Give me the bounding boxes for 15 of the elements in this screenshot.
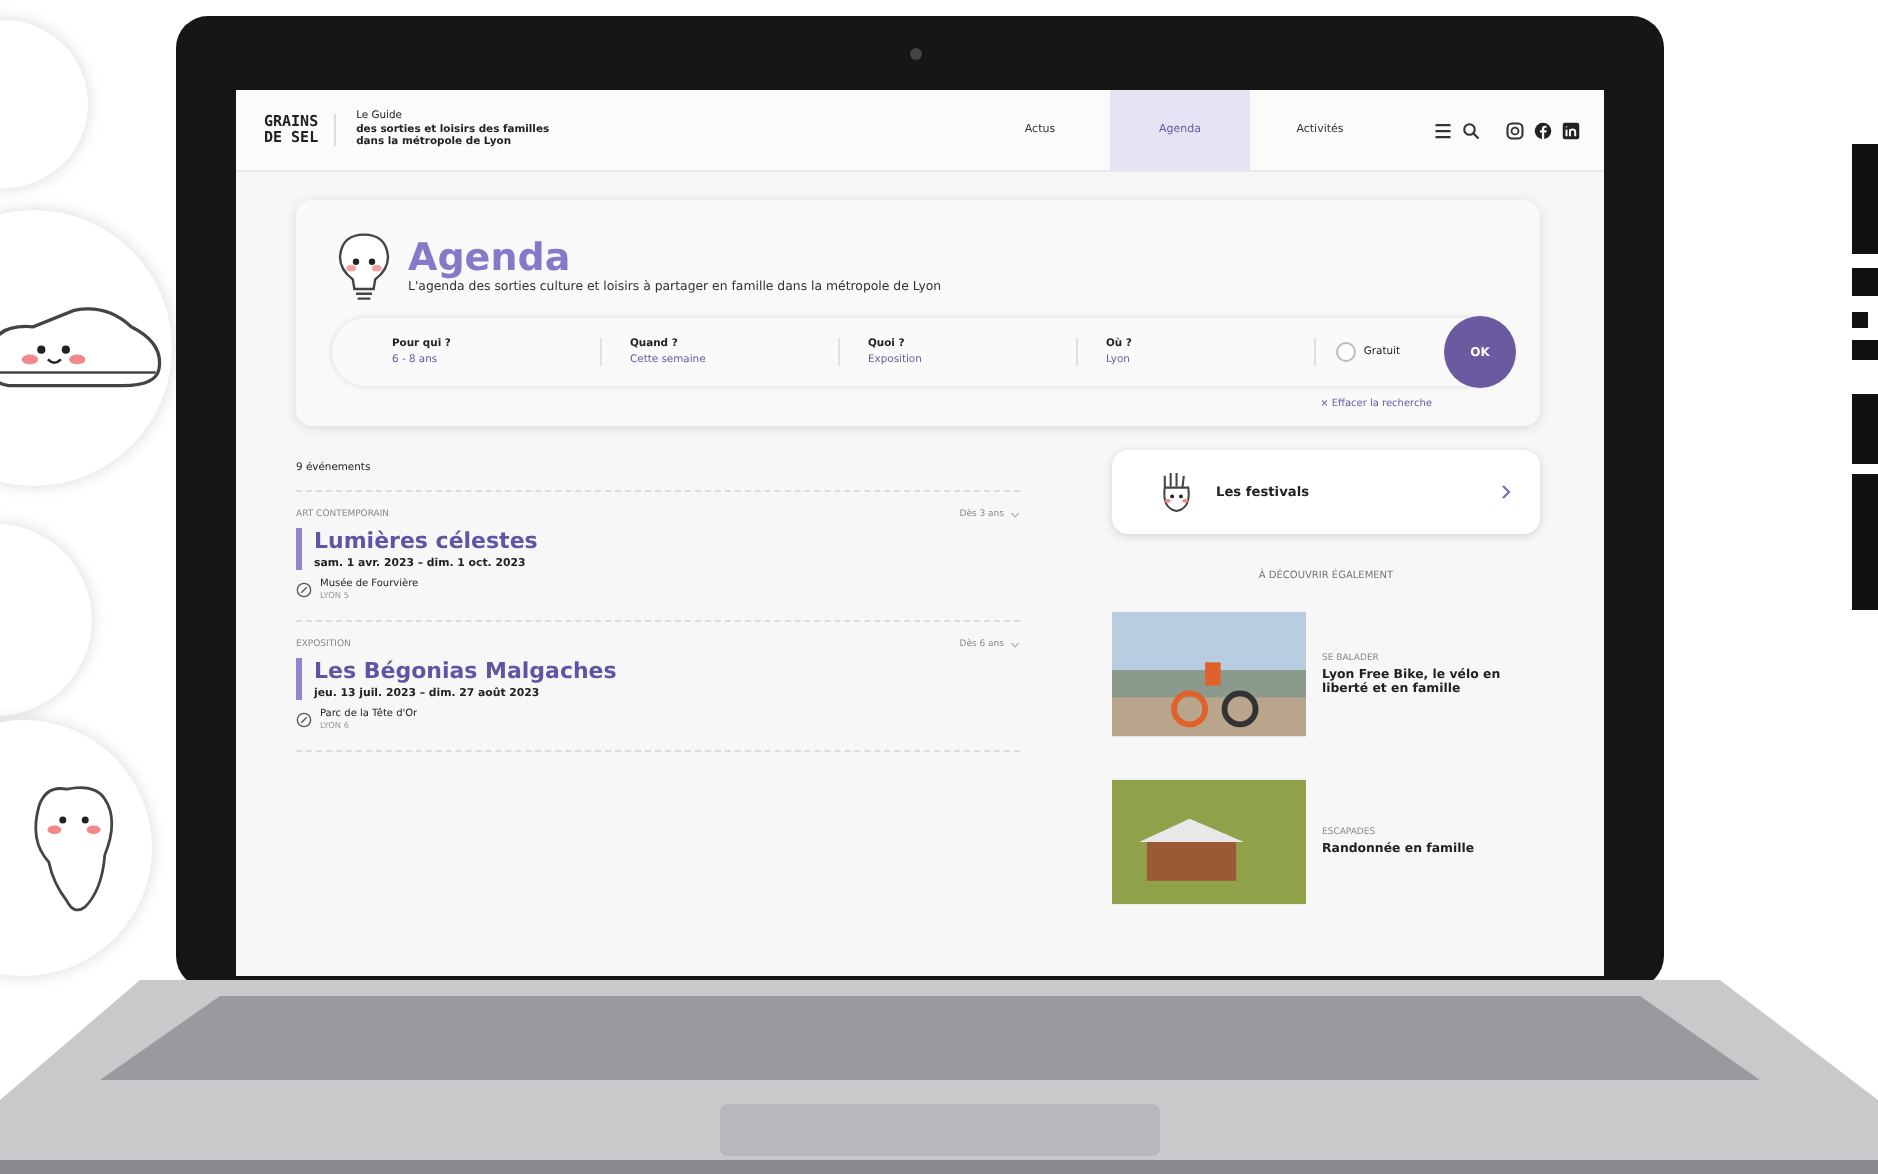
event-title[interactable]: Lumières célestes xyxy=(314,528,1020,554)
menu-icon[interactable] xyxy=(1434,121,1452,139)
chevron-down-icon xyxy=(1010,512,1020,518)
facebook-icon[interactable] xyxy=(1534,121,1552,139)
chevron-right-icon xyxy=(1500,484,1512,500)
linkedin-icon[interactable] xyxy=(1562,121,1580,139)
chevron-down-icon xyxy=(1010,642,1020,648)
location-icon xyxy=(296,581,312,597)
free-checkbox[interactable] xyxy=(1335,342,1356,362)
location-icon xyxy=(296,711,312,727)
search-icon[interactable] xyxy=(1462,121,1480,139)
instagram-icon[interactable] xyxy=(1506,121,1524,139)
event-title[interactable]: Les Bégonias Malgaches xyxy=(314,658,1020,684)
camera-icon xyxy=(910,48,922,60)
page-title: Agenda xyxy=(408,236,573,280)
